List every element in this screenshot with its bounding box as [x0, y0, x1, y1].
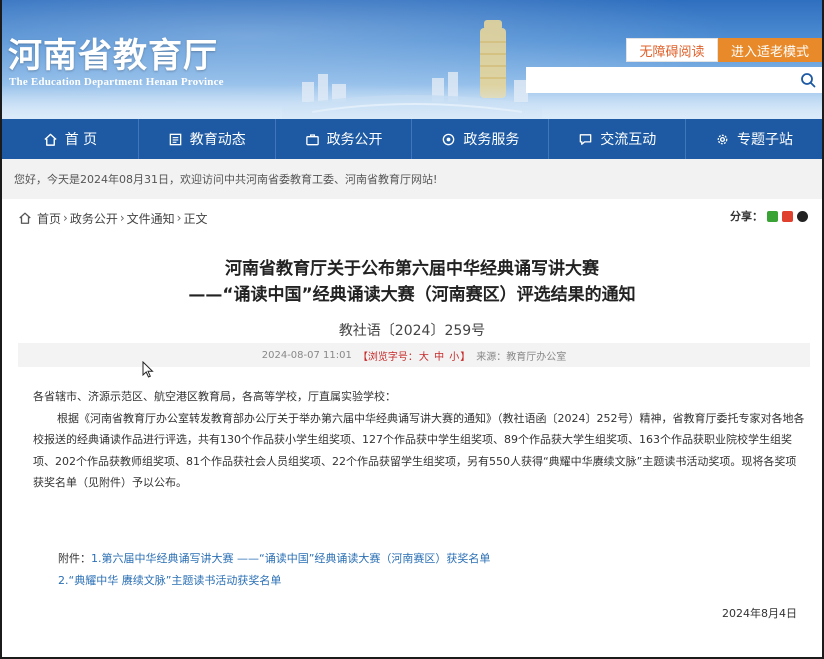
- breadcrumb-link-home[interactable]: 首页: [37, 210, 61, 227]
- search-bar: [526, 67, 822, 93]
- share-bar: 分享：: [730, 208, 808, 224]
- welcome-bar: 您好，今天是2024年08月31日，欢迎访问中共河南省委教育工委、河南省教育厅网…: [2, 159, 822, 199]
- signed-date: 2024年8月4日: [722, 607, 797, 620]
- breadcrumb-separator: ›: [63, 211, 68, 225]
- nav-item-home[interactable]: 首 页: [2, 119, 139, 159]
- nav-item-gov-services[interactable]: 政务服务: [412, 119, 550, 159]
- nav-item-label: 交流互动: [600, 132, 657, 148]
- breadcrumb: 首页 › 政务公开 › 文件通知 › 正文 分享：: [18, 204, 808, 232]
- nav-item-label: 政务公开: [326, 132, 383, 148]
- chat-icon: [579, 133, 592, 145]
- nav-item-label: 专题子站: [737, 132, 794, 148]
- article-title-line-2: ——“诵读中国”经典诵读大赛（河南赛区）评选结果的通知: [188, 285, 636, 305]
- breadcrumb-link-gov-affairs[interactable]: 政务公开: [70, 210, 118, 227]
- search-input[interactable]: [526, 67, 794, 93]
- qq-share-icon[interactable]: [797, 210, 808, 222]
- weibo-share-icon[interactable]: [782, 210, 793, 222]
- article-source: 来源：教育厅办公室: [476, 351, 567, 363]
- article-meta-bar: 2024-08-07 11:01 【浏览字号：大 中 小】 来源：教育厅办公室: [18, 343, 810, 367]
- wechat-share-icon[interactable]: [767, 210, 778, 222]
- article-title: 河南省教育厅关于公布第六届中华经典诵写讲大赛 ——“诵读中国”经典诵读大赛（河南…: [18, 256, 806, 308]
- attachment-link-1[interactable]: 1.第六届中华经典诵写讲大赛 ——“诵读中国”经典诵读大赛（河南赛区）获奖名单: [91, 552, 490, 565]
- addressee: 各省辖市、济源示范区、航空港区教育局，各高等学校，厅直属实验学校：: [33, 390, 396, 403]
- nav-item-gov-affairs[interactable]: 政务公开: [276, 119, 413, 159]
- publish-date: 2024-08-07 11:01: [261, 349, 352, 361]
- home-icon: [44, 133, 57, 146]
- font-size-prefix: 【浏览字号：: [357, 351, 418, 363]
- font-size-small-option[interactable]: 小: [449, 352, 459, 363]
- accessibility-reading-button[interactable]: 无障碍阅读: [626, 38, 718, 62]
- home-icon[interactable]: [18, 211, 32, 225]
- attachments: 附件：1.第六届中华经典诵写讲大赛 ——“诵读中国”经典诵读大赛（河南赛区）获奖…: [58, 548, 490, 592]
- font-size-medium-option[interactable]: 中: [434, 352, 444, 363]
- attachment-link-2[interactable]: 2.“典耀中华 赓续文脉”主题读书活动获奖名单: [58, 574, 281, 587]
- font-size-control: 【浏览字号：大 中 小】: [358, 348, 470, 363]
- gear-icon: [717, 134, 728, 144]
- main-nav: 首 页 教育动态 政务公开 政务服务 交流互动 专题子站: [2, 119, 822, 159]
- breadcrumb-current: 正文: [183, 211, 208, 226]
- share-label: 分享：: [730, 210, 763, 223]
- nav-item-news[interactable]: 教育动态: [139, 119, 276, 159]
- elder-mode-button[interactable]: 进入适老模式: [718, 38, 822, 62]
- site-logo-subtitle: The Education Department Henan Province: [9, 76, 224, 88]
- mouse-cursor-icon: [142, 361, 154, 378]
- nav-item-label: 政务服务: [463, 132, 520, 148]
- service-icon: [443, 133, 455, 145]
- attachments-label: 附件：: [58, 552, 91, 565]
- search-icon[interactable]: [794, 67, 822, 93]
- nav-item-label: 首 页: [64, 132, 98, 148]
- breadcrumb-link-notices[interactable]: 文件通知: [127, 210, 175, 227]
- newspaper-icon: [169, 133, 182, 145]
- article-title-line-1: 河南省教育厅关于公布第六届中华经典诵写讲大赛: [225, 259, 599, 279]
- briefcase-icon: [305, 133, 319, 145]
- site-logo-title[interactable]: 河南省教育厅: [8, 28, 218, 77]
- font-size-large-option[interactable]: 大: [419, 352, 429, 363]
- font-size-suffix: 】: [460, 351, 471, 363]
- breadcrumb-separator: ›: [176, 211, 182, 225]
- breadcrumb-separator: ›: [119, 211, 125, 225]
- nav-item-special-sites[interactable]: 专题子站: [686, 119, 822, 159]
- document-number: 教社语〔2024〕259号: [338, 323, 486, 339]
- nav-item-interaction[interactable]: 交流互动: [549, 119, 687, 159]
- article-body: 各省辖市、济源示范区、航空港区教育局，各高等学校，厅直属实验学校： 根据《河南省…: [33, 386, 807, 494]
- body-paragraph: 根据《河南省教育厅办公室转发教育部办公厅关于举办第六届中华经典诵写讲大赛的通知》…: [33, 411, 805, 490]
- nav-item-label: 教育动态: [189, 132, 246, 148]
